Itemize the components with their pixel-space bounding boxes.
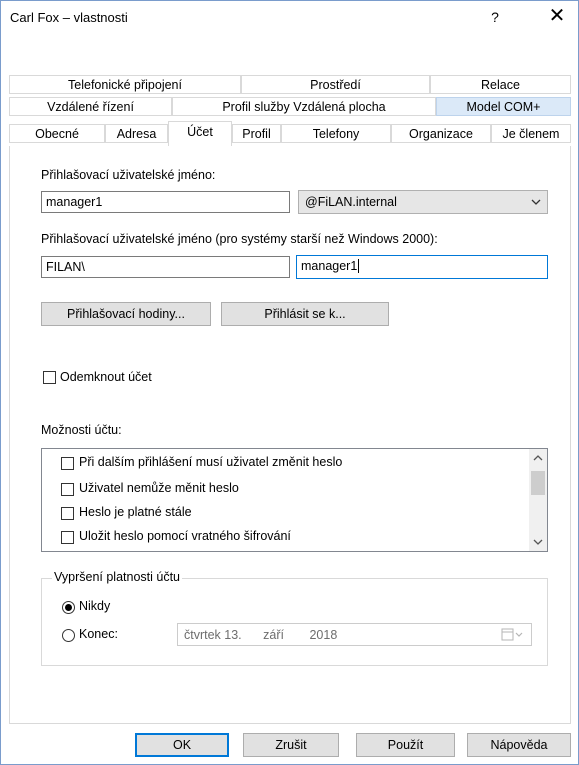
tab-row-3: Obecné Adresa Účet Profil Telefony Organ… (9, 121, 571, 146)
help-footer-button[interactable]: Nápověda (467, 733, 571, 757)
legacy-domain-field: FILAN\ (41, 256, 290, 278)
option-checkbox[interactable] (61, 483, 74, 496)
date-month: září (263, 628, 284, 642)
tab-organization[interactable]: Organizace (391, 124, 491, 143)
tab-address[interactable]: Adresa (105, 124, 168, 143)
cancel-button[interactable]: Zrušit (243, 733, 339, 757)
apply-button[interactable]: Použít (356, 733, 455, 757)
tab-profile[interactable]: Profil (232, 124, 281, 143)
calendar-icon[interactable] (501, 628, 523, 642)
upn-input[interactable]: manager1 (41, 191, 290, 213)
list-item[interactable]: Při dalším přihlášení musí uživatel změn… (42, 451, 522, 475)
close-icon: ✕ (548, 5, 566, 27)
ok-button[interactable]: OK (135, 733, 229, 757)
chevron-down-icon[interactable] (532, 536, 544, 548)
options-scrollbar[interactable] (529, 449, 547, 551)
properties-dialog: Carl Fox – vlastnosti ? ✕ Telefonické př… (0, 0, 579, 765)
unlock-account-label: Odemknout účet (60, 370, 152, 384)
chevron-down-icon (531, 199, 541, 205)
list-item[interactable]: Heslo je platné stále (42, 501, 522, 525)
window-title: Carl Fox – vlastnosti (10, 10, 128, 25)
tab-com-plus[interactable]: Model COM+ (436, 97, 571, 116)
log-on-to-button[interactable]: Přihlásit se k... (221, 302, 389, 326)
account-options-list[interactable]: Při dalším přihlášení musí uživatel změn… (41, 448, 548, 552)
tab-telephones[interactable]: Telefony (281, 124, 391, 143)
list-item[interactable]: Uživatel nemůže měnit heslo (42, 477, 522, 501)
tab-general[interactable]: Obecné (9, 124, 105, 143)
tab-sessions[interactable]: Relace (430, 75, 571, 94)
tab-dial-in[interactable]: Telefonické připojení (9, 75, 241, 94)
legacy-username-input[interactable]: manager1 (296, 255, 548, 279)
help-button[interactable]: ? (487, 9, 503, 25)
title-bar: Carl Fox – vlastnosti ? ✕ (1, 1, 578, 35)
option-label: Při dalším přihlášení musí uživatel změn… (79, 455, 343, 469)
account-options-label: Možnosti účtu: (41, 423, 122, 437)
logon-hours-button[interactable]: Přihlašovací hodiny... (41, 302, 211, 326)
option-label: Uložit heslo pomocí vratného šifrování (79, 529, 291, 543)
end-date-radio[interactable] (62, 629, 75, 642)
option-label: Uživatel nemůže měnit heslo (79, 481, 239, 495)
never-radio[interactable] (62, 601, 75, 614)
end-date-label: Konec: (79, 627, 118, 641)
tab-rds-profile[interactable]: Profil služby Vzdálená plocha (172, 97, 436, 116)
expiry-date-picker[interactable]: čtvrtek 13. září 2018 (177, 623, 532, 646)
option-checkbox[interactable] (61, 457, 74, 470)
never-label: Nikdy (79, 599, 111, 613)
tab-row-2: Vzdálené řízení Profil služby Vzdálená p… (9, 97, 571, 117)
radio-selected-dot (65, 604, 72, 611)
scrollbar-thumb[interactable] (531, 471, 545, 495)
domain-suffix-value: @FiLAN.internal (305, 195, 397, 209)
chevron-up-icon[interactable] (532, 452, 544, 464)
text-cursor (358, 259, 360, 273)
domain-suffix-select[interactable]: @FiLAN.internal (298, 190, 548, 214)
unlock-account-checkbox[interactable] (43, 371, 56, 384)
tab-row-1: Telefonické připojení Prostředí Relace (9, 75, 571, 95)
legacy-username-value: manager1 (301, 259, 358, 273)
tab-environment[interactable]: Prostředí (241, 75, 430, 94)
tab-remote-control[interactable]: Vzdálené řízení (9, 97, 172, 116)
option-checkbox[interactable] (61, 507, 74, 520)
upn-label: Přihlašovací uživatelské jméno: (41, 168, 216, 182)
tab-member-of[interactable]: Je členem (491, 124, 571, 143)
option-label: Heslo je platné stále (79, 505, 192, 519)
option-checkbox[interactable] (61, 531, 74, 544)
account-expiry-title: Vypršení platnosti účtu (52, 570, 182, 584)
tab-account[interactable]: Účet (168, 121, 232, 146)
close-button[interactable]: ✕ (546, 5, 568, 27)
date-day: čtvrtek 13. (184, 628, 242, 642)
list-item[interactable]: Uložit heslo pomocí vratného šifrování (42, 525, 522, 549)
legacy-logon-label: Přihlašovací uživatelské jméno (pro syst… (41, 232, 438, 246)
account-expiry-group: Vypršení platnosti účtu Nikdy Konec: čtv… (41, 570, 548, 666)
date-year: 2018 (309, 628, 338, 642)
